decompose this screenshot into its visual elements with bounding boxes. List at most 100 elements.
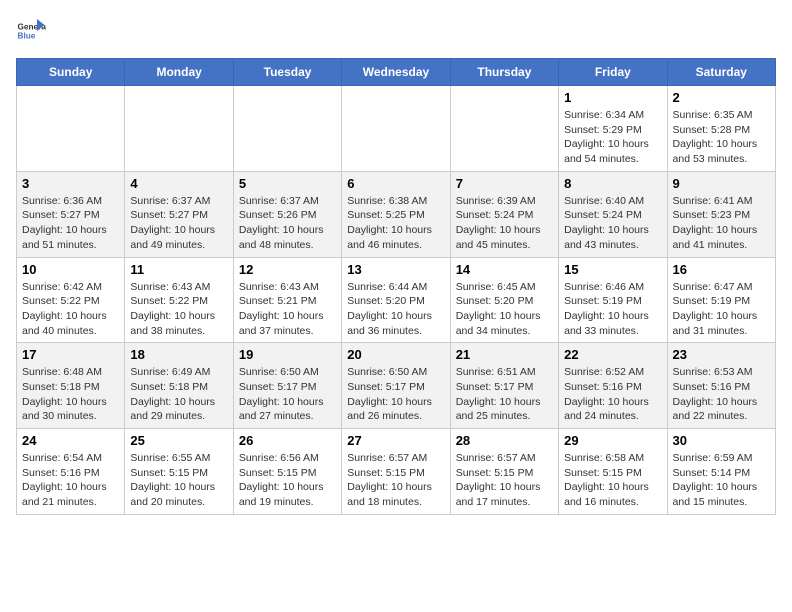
day-number: 2 <box>673 90 770 105</box>
day-info: Sunrise: 6:43 AMSunset: 5:21 PMDaylight:… <box>239 280 336 339</box>
day-info: Sunrise: 6:43 AMSunset: 5:22 PMDaylight:… <box>130 280 227 339</box>
day-info: Sunrise: 6:50 AMSunset: 5:17 PMDaylight:… <box>347 365 444 424</box>
day-number: 9 <box>673 176 770 191</box>
day-number: 8 <box>564 176 661 191</box>
day-info: Sunrise: 6:55 AMSunset: 5:15 PMDaylight:… <box>130 451 227 510</box>
day-number: 7 <box>456 176 553 191</box>
calendar-cell: 13Sunrise: 6:44 AMSunset: 5:20 PMDayligh… <box>342 257 450 343</box>
day-number: 28 <box>456 433 553 448</box>
day-info: Sunrise: 6:42 AMSunset: 5:22 PMDaylight:… <box>22 280 119 339</box>
day-number: 3 <box>22 176 119 191</box>
calendar-cell: 1 Sunrise: 6:34 AMSunset: 5:29 PMDaylight… <box>559 86 667 172</box>
day-info: Sunrise: 6:54 AMSunset: 5:16 PMDaylight:… <box>22 451 119 510</box>
day-number: 30 <box>673 433 770 448</box>
calendar-cell: 12 Sunrise: 6:43 AMSunset: 5:21 PMDayligh… <box>233 257 341 343</box>
calendar-header: SundayMondayTuesdayWednesdayThursdayFrid… <box>17 59 776 86</box>
calendar-cell: 16 Sunrise: 6:47 AMSunset: 5:19 PMDayligh… <box>667 257 775 343</box>
day-number: 26 <box>239 433 336 448</box>
day-info: Sunrise: 6:52 AMSunset: 5:16 PMDaylight:… <box>564 365 661 424</box>
calendar-cell: 17 Sunrise: 6:48 AMSunset: 5:18 PMDayligh… <box>17 343 125 429</box>
calendar-cell: 21 Sunrise: 6:51 AMSunset: 5:17 PMDayligh… <box>450 343 558 429</box>
calendar-cell: 5 Sunrise: 6:37 AMSunset: 5:26 PMDaylight… <box>233 171 341 257</box>
day-number: 14 <box>456 262 553 277</box>
calendar-cell: 18 Sunrise: 6:49 AMSunset: 5:18 PMDayligh… <box>125 343 233 429</box>
logo-icon: GeneralBlue <box>16 16 46 46</box>
calendar-cell <box>233 86 341 172</box>
calendar-cell <box>450 86 558 172</box>
calendar-cell: 27 Sunrise: 6:57 AMSunset: 5:15 PMDayligh… <box>342 429 450 515</box>
day-info: Sunrise: 6:57 AMSunset: 5:15 PMDaylight:… <box>456 451 553 510</box>
calendar-cell: 25 Sunrise: 6:55 AMSunset: 5:15 PMDayligh… <box>125 429 233 515</box>
calendar-cell: 9 Sunrise: 6:41 AMSunset: 5:23 PMDaylight… <box>667 171 775 257</box>
day-info: Sunrise: 6:38 AMSunset: 5:25 PMDaylight:… <box>347 194 444 253</box>
day-number: 18 <box>130 347 227 362</box>
calendar-cell <box>342 86 450 172</box>
day-number: 19 <box>239 347 336 362</box>
calendar-cell: 15 Sunrise: 6:46 AMSunset: 5:19 PMDayligh… <box>559 257 667 343</box>
day-number: 1 <box>564 90 661 105</box>
day-info: Sunrise: 6:45 AMSunset: 5:20 PMDaylight:… <box>456 280 553 339</box>
calendar-cell: 23Sunrise: 6:53 AMSunset: 5:16 PMDayligh… <box>667 343 775 429</box>
calendar-cell: 26 Sunrise: 6:56 AMSunset: 5:15 PMDayligh… <box>233 429 341 515</box>
logo: GeneralBlue <box>16 16 46 46</box>
day-info: Sunrise: 6:51 AMSunset: 5:17 PMDaylight:… <box>456 365 553 424</box>
weekday-header: Sunday <box>17 59 125 86</box>
calendar-cell <box>17 86 125 172</box>
day-number: 27 <box>347 433 444 448</box>
weekday-header: Monday <box>125 59 233 86</box>
day-info: Sunrise: 6:41 AMSunset: 5:23 PMDaylight:… <box>673 194 770 253</box>
calendar-cell: 29Sunrise: 6:58 AMSunset: 5:15 PMDayligh… <box>559 429 667 515</box>
calendar-cell: 22 Sunrise: 6:52 AMSunset: 5:16 PMDayligh… <box>559 343 667 429</box>
calendar-week: 10 Sunrise: 6:42 AMSunset: 5:22 PMDayligh… <box>17 257 776 343</box>
calendar-cell: 20Sunrise: 6:50 AMSunset: 5:17 PMDayligh… <box>342 343 450 429</box>
day-number: 10 <box>22 262 119 277</box>
calendar-week: 24 Sunrise: 6:54 AMSunset: 5:16 PMDayligh… <box>17 429 776 515</box>
calendar-cell: 6Sunrise: 6:38 AMSunset: 5:25 PMDaylight… <box>342 171 450 257</box>
day-info: Sunrise: 6:40 AMSunset: 5:24 PMDaylight:… <box>564 194 661 253</box>
day-number: 12 <box>239 262 336 277</box>
calendar-cell: 7Sunrise: 6:39 AMSunset: 5:24 PMDaylight… <box>450 171 558 257</box>
weekday-header: Tuesday <box>233 59 341 86</box>
day-number: 24 <box>22 433 119 448</box>
day-number: 21 <box>456 347 553 362</box>
day-info: Sunrise: 6:58 AMSunset: 5:15 PMDaylight:… <box>564 451 661 510</box>
day-info: Sunrise: 6:50 AMSunset: 5:17 PMDaylight:… <box>239 365 336 424</box>
calendar-cell: 10 Sunrise: 6:42 AMSunset: 5:22 PMDayligh… <box>17 257 125 343</box>
calendar-cell: 3 Sunrise: 6:36 AMSunset: 5:27 PMDaylight… <box>17 171 125 257</box>
day-number: 5 <box>239 176 336 191</box>
day-number: 17 <box>22 347 119 362</box>
weekday-header: Wednesday <box>342 59 450 86</box>
page-header: GeneralBlue <box>16 16 776 46</box>
day-number: 11 <box>130 262 227 277</box>
day-info: Sunrise: 6:36 AMSunset: 5:27 PMDaylight:… <box>22 194 119 253</box>
day-info: Sunrise: 6:49 AMSunset: 5:18 PMDaylight:… <box>130 365 227 424</box>
weekday-header: Friday <box>559 59 667 86</box>
calendar-cell: 14 Sunrise: 6:45 AMSunset: 5:20 PMDayligh… <box>450 257 558 343</box>
calendar-week: 17 Sunrise: 6:48 AMSunset: 5:18 PMDayligh… <box>17 343 776 429</box>
calendar-week: 3 Sunrise: 6:36 AMSunset: 5:27 PMDaylight… <box>17 171 776 257</box>
day-number: 23 <box>673 347 770 362</box>
calendar-cell: 2 Sunrise: 6:35 AMSunset: 5:28 PMDaylight… <box>667 86 775 172</box>
day-number: 4 <box>130 176 227 191</box>
calendar-cell: 4 Sunrise: 6:37 AMSunset: 5:27 PMDaylight… <box>125 171 233 257</box>
calendar-cell: 28 Sunrise: 6:57 AMSunset: 5:15 PMDayligh… <box>450 429 558 515</box>
calendar-cell <box>125 86 233 172</box>
calendar-cell: 19 Sunrise: 6:50 AMSunset: 5:17 PMDayligh… <box>233 343 341 429</box>
day-info: Sunrise: 6:34 AMSunset: 5:29 PMDaylight:… <box>564 108 661 167</box>
day-info: Sunrise: 6:57 AMSunset: 5:15 PMDaylight:… <box>347 451 444 510</box>
calendar-table: SundayMondayTuesdayWednesdayThursdayFrid… <box>16 58 776 515</box>
calendar-week: 1 Sunrise: 6:34 AMSunset: 5:29 PMDaylight… <box>17 86 776 172</box>
day-info: Sunrise: 6:48 AMSunset: 5:18 PMDaylight:… <box>22 365 119 424</box>
day-info: Sunrise: 6:46 AMSunset: 5:19 PMDaylight:… <box>564 280 661 339</box>
day-info: Sunrise: 6:56 AMSunset: 5:15 PMDaylight:… <box>239 451 336 510</box>
day-number: 16 <box>673 262 770 277</box>
day-number: 22 <box>564 347 661 362</box>
day-number: 25 <box>130 433 227 448</box>
day-info: Sunrise: 6:47 AMSunset: 5:19 PMDaylight:… <box>673 280 770 339</box>
day-info: Sunrise: 6:37 AMSunset: 5:27 PMDaylight:… <box>130 194 227 253</box>
weekday-header: Saturday <box>667 59 775 86</box>
calendar-cell: 30Sunrise: 6:59 AMSunset: 5:14 PMDayligh… <box>667 429 775 515</box>
day-info: Sunrise: 6:37 AMSunset: 5:26 PMDaylight:… <box>239 194 336 253</box>
day-number: 15 <box>564 262 661 277</box>
day-info: Sunrise: 6:35 AMSunset: 5:28 PMDaylight:… <box>673 108 770 167</box>
